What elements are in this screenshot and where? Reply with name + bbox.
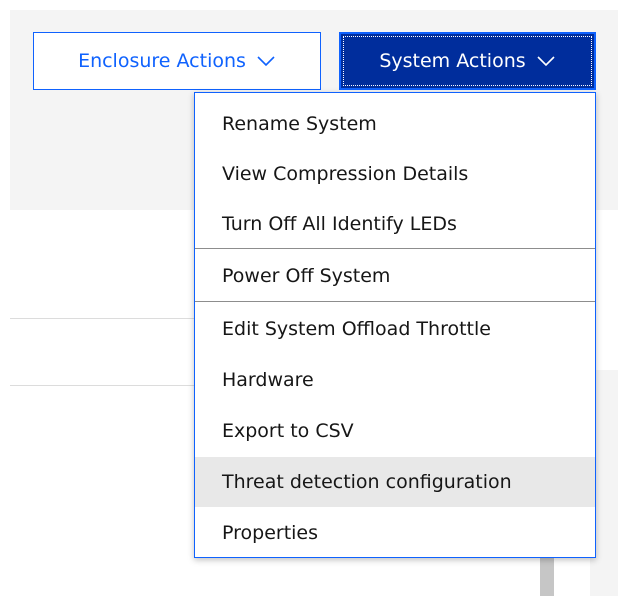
menu-item-threat-detection-configuration[interactable]: Threat detection configuration bbox=[195, 457, 595, 507]
scrollbar[interactable] bbox=[540, 556, 554, 596]
menu-item-view-compression-details[interactable]: View Compression Details bbox=[195, 149, 595, 199]
chevron-down-icon bbox=[536, 55, 556, 67]
enclosure-actions-label: Enclosure Actions bbox=[78, 50, 246, 72]
divider bbox=[10, 385, 210, 386]
menu-item-label: Power Off System bbox=[222, 265, 391, 287]
menu-item-label: Hardware bbox=[222, 369, 314, 391]
menu-item-export-csv[interactable]: Export to CSV bbox=[195, 406, 595, 456]
menu-item-label: Rename System bbox=[222, 113, 377, 135]
menu-item-rename-system[interactable]: Rename System bbox=[195, 99, 595, 149]
menu-separator bbox=[195, 301, 595, 302]
system-actions-button[interactable]: System Actions bbox=[339, 32, 596, 90]
menu-item-label: Edit System Offload Throttle bbox=[222, 318, 491, 340]
system-actions-label: System Actions bbox=[379, 50, 526, 72]
menu-separator bbox=[195, 248, 595, 249]
system-actions-menu: Rename System View Compression Details T… bbox=[194, 92, 596, 558]
menu-item-properties[interactable]: Properties bbox=[195, 508, 595, 558]
menu-item-label: Threat detection configuration bbox=[222, 471, 512, 493]
menu-item-hardware[interactable]: Hardware bbox=[195, 355, 595, 405]
enclosure-actions-button[interactable]: Enclosure Actions bbox=[33, 32, 321, 90]
menu-item-label: Turn Off All Identify LEDs bbox=[222, 213, 457, 235]
chevron-down-icon bbox=[256, 55, 276, 67]
menu-item-label: Properties bbox=[222, 522, 319, 544]
menu-item-edit-offload-throttle[interactable]: Edit System Offload Throttle bbox=[195, 304, 595, 354]
menu-item-label: Export to CSV bbox=[222, 420, 354, 442]
menu-item-label: View Compression Details bbox=[222, 163, 469, 185]
menu-item-turn-off-identify-leds[interactable]: Turn Off All Identify LEDs bbox=[195, 199, 595, 249]
menu-item-power-off-system[interactable]: Power Off System bbox=[195, 251, 595, 301]
divider bbox=[10, 318, 210, 319]
